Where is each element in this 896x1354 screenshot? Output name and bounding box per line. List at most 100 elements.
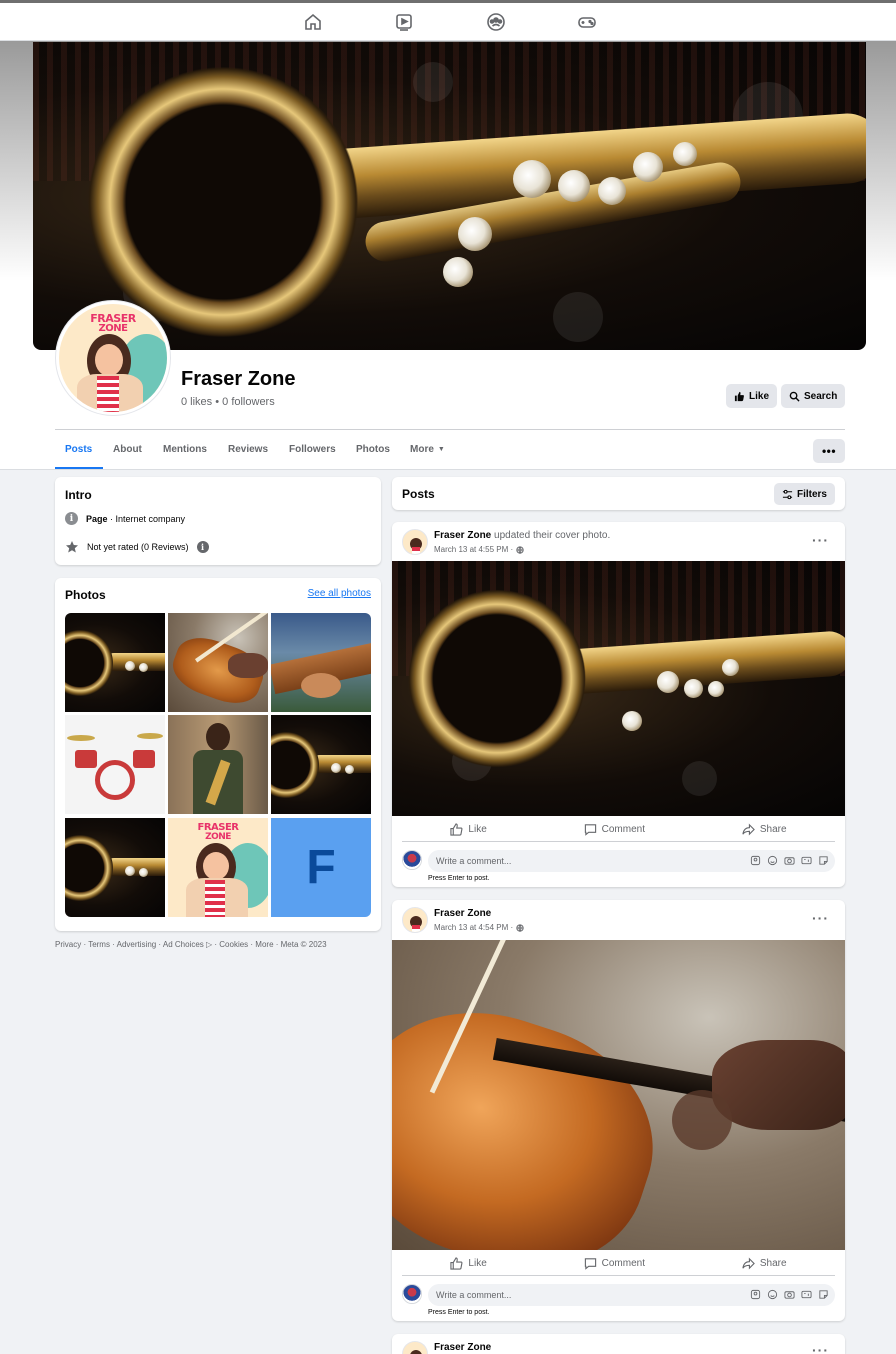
comment-label: Comment	[601, 824, 645, 835]
photo-thumb-logo[interactable]: FRASER ZONE	[168, 818, 268, 917]
tab-mentions[interactable]: Mentions	[163, 444, 207, 455]
post-violin: Fraser Zone March 13 at 4:54 PM · ··· Li…	[392, 900, 845, 1321]
emoji-icon[interactable]	[767, 855, 778, 866]
avatar-sticker-icon[interactable]	[750, 855, 761, 866]
intro-card: Intro i Page · Internet company Not yet …	[55, 477, 381, 565]
info-icon: i	[65, 512, 78, 525]
post-image-saxophone[interactable]	[392, 561, 845, 816]
photo-thumb-guitar[interactable]	[271, 613, 371, 712]
comment-placeholder: Write a comment...	[436, 856, 512, 866]
intro-title: Intro	[65, 488, 92, 502]
more-dots-icon: •••	[821, 444, 837, 458]
share-button[interactable]: Share	[742, 1257, 787, 1270]
tab-more[interactable]: More ▼	[410, 444, 445, 455]
commenter-avatar[interactable]	[402, 1284, 422, 1304]
share-icon	[742, 1257, 755, 1270]
cover-photo[interactable]	[33, 42, 866, 350]
f-letter: F	[306, 841, 336, 894]
photo-thumb-saxophone-player[interactable]	[168, 715, 268, 814]
photo-thumb-saxophone[interactable]	[65, 613, 165, 712]
filters-label: Filters	[796, 488, 827, 500]
tab-about[interactable]: About	[113, 444, 142, 455]
camera-icon[interactable]	[784, 1289, 795, 1300]
thumbs-up-icon	[734, 391, 744, 401]
camera-icon[interactable]	[784, 855, 795, 866]
avatar[interactable]	[402, 529, 428, 555]
gaming-icon[interactable]	[576, 12, 598, 32]
share-label: Share	[759, 1258, 787, 1269]
photo-thumb-saxophone-3[interactable]	[65, 818, 165, 917]
commenter-avatar[interactable]	[402, 850, 422, 870]
share-button[interactable]: Share	[742, 823, 787, 836]
photo-thumb-saxophone-2[interactable]	[271, 715, 371, 814]
search-icon	[789, 391, 800, 402]
star-icon	[66, 541, 78, 553]
photo-thumb-f-logo[interactable]: F	[271, 818, 371, 917]
tab-posts[interactable]: Posts	[65, 444, 92, 455]
share-icon	[742, 823, 755, 836]
category-rest: · Internet company	[107, 513, 186, 524]
tab-photos[interactable]: Photos	[356, 444, 390, 455]
photo-thumb-drums[interactable]	[65, 715, 165, 814]
post-time[interactable]: March 13 at 4:54 PM ·	[434, 923, 513, 932]
filters-button[interactable]: Filters	[773, 483, 835, 505]
groups-icon[interactable]	[485, 12, 507, 32]
tabs-divider	[55, 429, 845, 430]
post-timestamp[interactable]: March 13 at 4:54 PM ·	[434, 923, 524, 932]
comment-input[interactable]: Write a comment...	[428, 850, 835, 872]
like-label: Like	[468, 824, 487, 835]
search-page-button[interactable]: Search	[781, 384, 846, 408]
share-label: Share	[759, 824, 787, 835]
profile-picture[interactable]: FRASER ZONE	[55, 300, 171, 416]
intro-rating: Not yet rated (0 Reviews) i	[65, 540, 209, 554]
see-all-photos-link[interactable]: See all photos	[308, 588, 371, 599]
gif-icon[interactable]	[801, 1289, 812, 1300]
comment-placeholder: Write a comment...	[436, 1290, 512, 1300]
comment-button[interactable]: Comment	[584, 823, 645, 836]
like-button[interactable]: Like	[450, 823, 487, 836]
like-icon	[450, 1257, 463, 1270]
sticker-icon[interactable]	[818, 1289, 829, 1300]
comment-button[interactable]: Comment	[584, 1257, 645, 1270]
comment-label: Comment	[601, 1258, 645, 1269]
post-author-name[interactable]: Fraser Zone	[434, 1342, 491, 1353]
post-action-text: updated their cover photo.	[491, 530, 611, 541]
tab-reviews[interactable]: Reviews	[228, 444, 268, 455]
post-author-name[interactable]: Fraser Zone	[434, 530, 491, 541]
home-icon[interactable]	[302, 12, 324, 32]
comment-input[interactable]: Write a comment...	[428, 1284, 835, 1306]
avatar-sticker-icon[interactable]	[750, 1289, 761, 1300]
post-time[interactable]: March 13 at 4:55 PM ·	[434, 545, 513, 554]
like-button[interactable]: Like	[450, 1257, 487, 1270]
post-author-name[interactable]: Fraser Zone	[434, 908, 491, 919]
post-options-icon[interactable]: ···	[812, 1342, 829, 1354]
post-author[interactable]: Fraser Zone updated their cover photo.	[434, 530, 610, 541]
emoji-icon[interactable]	[767, 1289, 778, 1300]
post-options-icon[interactable]: ···	[812, 532, 829, 548]
photo-thumb-violin[interactable]	[168, 613, 268, 712]
like-page-button[interactable]: Like	[726, 384, 778, 408]
tab-followers[interactable]: Followers	[289, 444, 336, 455]
rating-info-icon[interactable]: i	[196, 541, 209, 553]
comment-icon	[584, 824, 596, 836]
tab-more-label: More	[410, 444, 434, 455]
post-actions: Like Comment Share	[402, 818, 835, 842]
post-options-icon[interactable]: ···	[812, 910, 829, 926]
comment-tools	[750, 855, 829, 866]
photos-card: Photos See all photos FRASER ZONE F	[55, 578, 381, 931]
post-image-violin[interactable]	[392, 940, 845, 1250]
page-options-button[interactable]: •••	[813, 439, 845, 463]
saxophone-image	[33, 42, 866, 350]
sticker-icon[interactable]	[818, 855, 829, 866]
rating-text: Not yet rated (0 Reviews)	[87, 542, 189, 552]
posts-title: Posts	[402, 487, 435, 501]
active-tab-indicator	[55, 467, 103, 469]
footer-links[interactable]: Privacy · Terms · Advertising · Ad Choic…	[55, 940, 327, 949]
watch-icon[interactable]	[393, 12, 415, 32]
avatar[interactable]	[402, 907, 428, 933]
avatar[interactable]	[402, 1341, 428, 1354]
caret-down-icon: ▼	[437, 446, 445, 453]
top-navigation-bar	[0, 3, 896, 41]
gif-icon[interactable]	[801, 855, 812, 866]
post-timestamp[interactable]: March 13 at 4:55 PM ·	[434, 545, 524, 554]
